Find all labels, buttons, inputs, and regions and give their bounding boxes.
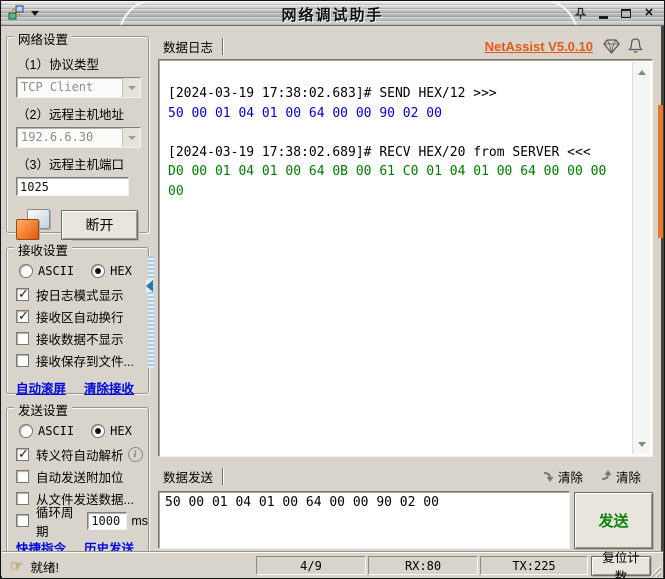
- send-hex-label: HEX: [110, 424, 132, 438]
- send-settings-title: 发送设置: [14, 400, 73, 419]
- protocol-label: （1）协议类型: [17, 58, 99, 72]
- collapse-panel-icon[interactable]: [146, 280, 153, 292]
- escape-parse-checkbox[interactable]: [16, 446, 29, 462]
- pin-icon[interactable]: [573, 6, 587, 20]
- send-button[interactable]: 发送: [574, 492, 653, 549]
- send-from-file-checkbox[interactable]: [16, 492, 29, 505]
- titlebar: 网络调试助手 ×: [1, 1, 664, 26]
- log-mode-checkbox[interactable]: [16, 286, 29, 302]
- cycle-period-input[interactable]: [87, 511, 128, 530]
- info-icon[interactable]: i: [127, 447, 143, 462]
- tab-divider: [222, 37, 224, 55]
- rx-counter: RX:80: [368, 556, 478, 575]
- clear-receive-link[interactable]: 清除接收: [84, 378, 134, 397]
- recv-ascii-label: ASCII: [38, 264, 75, 278]
- send-ascii-radio[interactable]: [19, 424, 33, 438]
- save-to-file-checkbox[interactable]: [16, 354, 29, 367]
- panel-splitter[interactable]: [146, 256, 154, 368]
- disconnect-button[interactable]: 断开: [61, 209, 138, 240]
- host-dropdown-icon[interactable]: [122, 128, 140, 147]
- close-button[interactable]: ×: [642, 5, 656, 20]
- page-indicator: 4/9: [256, 556, 366, 575]
- edge-marker: [658, 105, 663, 238]
- tx-counter: TX:225: [480, 556, 588, 575]
- window-title: 网络调试助手: [281, 7, 384, 24]
- recv-ascii-radio[interactable]: [19, 264, 33, 278]
- recv-hex-label: HEX: [110, 264, 132, 278]
- log-mode-label: 按日志模式显示: [36, 289, 124, 303]
- scroll-up-icon[interactable]: [633, 64, 650, 80]
- host-label: （2）远程主机地址: [17, 108, 124, 122]
- send-ascii-label: ASCII: [38, 424, 75, 438]
- auto-wrap-checkbox[interactable]: [16, 308, 29, 324]
- protocol-select[interactable]: TCP Client: [16, 77, 141, 98]
- log-content[interactable]: [2024-03-19 17:38:02.683]# SEND HEX/12 >…: [161, 62, 632, 454]
- cycle-send-label: 循环周期: [36, 505, 74, 539]
- scroll-down-icon[interactable]: [633, 436, 650, 452]
- auto-wrap-label: 接收区自动换行: [36, 311, 124, 325]
- tab-data-send[interactable]: 数据发送: [163, 467, 213, 486]
- minimize-button[interactable]: [596, 6, 610, 20]
- receive-settings-group: 接收设置 ASCII HEX 按日志模式显示 接收区自动换行 接收数据不显示 接…: [6, 240, 149, 397]
- gem-icon[interactable]: [603, 38, 620, 54]
- maximize-button[interactable]: [619, 6, 633, 20]
- save-to-file-label: 接收保存到文件...: [36, 355, 134, 369]
- port-label: （3）远程主机端口: [17, 158, 124, 172]
- statusbar: ☞ 就绪! 4/9 RX:80 TX:225 复位计数: [2, 551, 663, 578]
- auto-scroll-link[interactable]: 自动滚屏: [16, 378, 66, 397]
- hide-recv-checkbox[interactable]: [16, 332, 29, 345]
- escape-parse-label: 转义符自动解析: [36, 449, 124, 463]
- cycle-unit-label: ms: [131, 513, 148, 528]
- protocol-value: TCP Client: [21, 80, 94, 94]
- connection-status-icon[interactable]: [16, 209, 50, 240]
- ready-hand-icon: ☞: [10, 557, 24, 575]
- send-hex-radio[interactable]: [91, 424, 106, 438]
- cycle-send-checkbox[interactable]: [16, 514, 29, 527]
- tab-divider: [222, 467, 224, 485]
- port-input[interactable]: [16, 177, 129, 196]
- bell-icon[interactable]: [628, 38, 643, 54]
- host-select[interactable]: 192.6.6.30: [16, 127, 141, 148]
- version-link[interactable]: NetAssist V5.0.10: [485, 39, 593, 54]
- arrow-up-icon: [601, 470, 612, 480]
- send-data-input[interactable]: 50 00 01 04 01 00 64 00 00 90 02 00: [158, 491, 570, 549]
- status-text: 就绪!: [30, 561, 59, 575]
- data-log-area[interactable]: [2024-03-19 17:38:02.683]# SEND HEX/12 >…: [158, 59, 653, 457]
- network-settings-group: 网络设置 （1）协议类型 TCP Client （2）远程主机地址 192.6.…: [6, 29, 149, 240]
- send-settings-group: 发送设置 ASCII HEX 转义符自动解析 i 自动发送附加位 从文件发送数据…: [6, 400, 149, 556]
- reset-count-button[interactable]: 复位计数: [591, 551, 651, 578]
- host-value: 192.6.6.30: [21, 130, 94, 144]
- auto-append-label: 自动发送附加位: [36, 471, 124, 485]
- arrow-down-icon: [543, 472, 554, 482]
- log-scrollbar[interactable]: [632, 62, 650, 454]
- receive-settings-title: 接收设置: [14, 240, 73, 259]
- clear-receive-button[interactable]: 清除: [541, 467, 583, 486]
- network-settings-title: 网络设置: [14, 29, 73, 48]
- tab-data-log[interactable]: 数据日志: [163, 37, 213, 56]
- clear-send-button[interactable]: 清除: [599, 467, 641, 486]
- auto-append-checkbox[interactable]: [16, 470, 29, 483]
- hide-recv-label: 接收数据不显示: [36, 333, 124, 347]
- protocol-dropdown-icon[interactable]: [122, 78, 140, 97]
- recv-hex-radio[interactable]: [91, 264, 106, 278]
- app-window: 网络调试助手 × 网络设置 （1）协议类型 TCP Client （2）远程主机…: [0, 0, 665, 579]
